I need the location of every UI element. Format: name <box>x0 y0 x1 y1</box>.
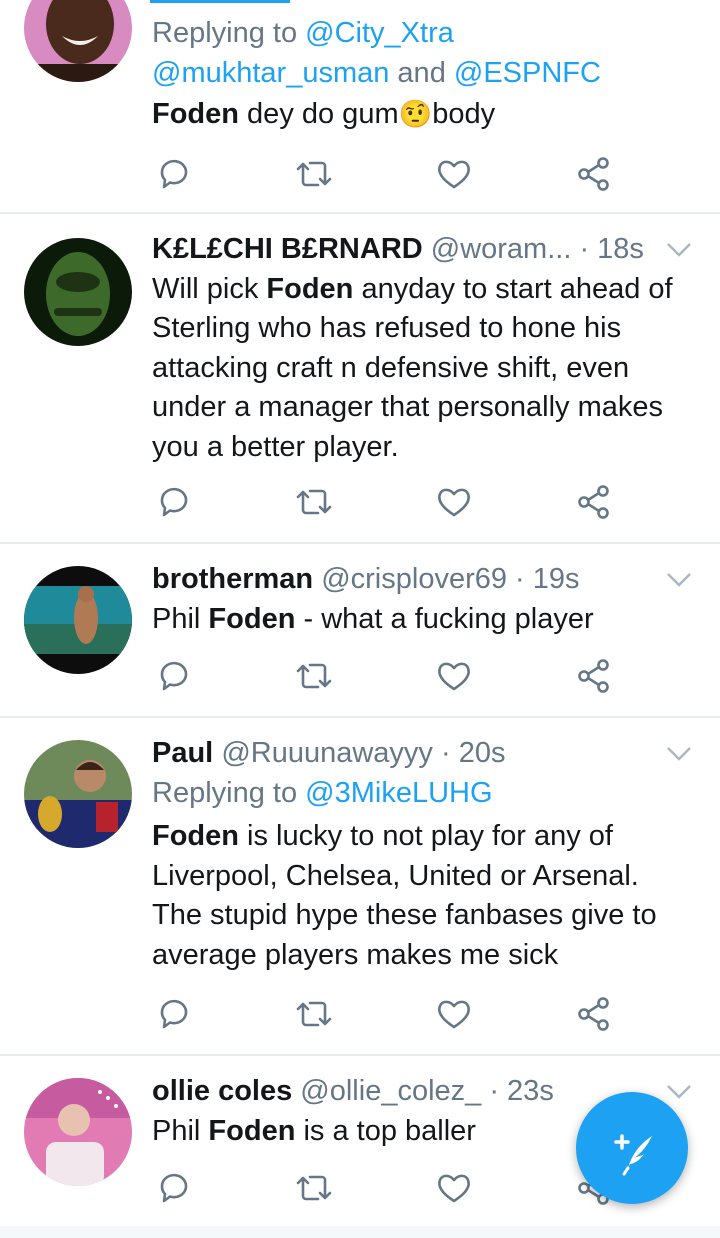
reply-context: Replying to @3MikeLUHG <box>152 774 700 814</box>
tweet-text: Foden dey do gum🤨body <box>152 95 700 135</box>
avatar[interactable] <box>24 566 132 674</box>
highlight-term: Foden <box>152 98 239 130</box>
tweet-actions <box>152 656 622 696</box>
highlight-term: Foden <box>208 1114 296 1147</box>
retweet-icon[interactable] <box>294 482 334 522</box>
avatar[interactable] <box>24 740 132 848</box>
display-name[interactable]: brotherman <box>152 563 313 595</box>
user-handle[interactable]: @woram... <box>431 233 572 265</box>
chevron-down-icon[interactable] <box>666 746 692 762</box>
share-icon[interactable] <box>574 482 614 522</box>
avatar[interactable] <box>24 1078 132 1186</box>
text-line: attacking craft n defensive shift, even <box>152 351 630 384</box>
avatar[interactable] <box>24 238 132 346</box>
compose-tweet-button[interactable] <box>576 1092 688 1204</box>
chevron-down-icon[interactable] <box>666 242 692 258</box>
text-line: The stupid hype these fanbases give to <box>152 899 657 931</box>
tweet-text: Foden is lucky to not play for any of Li… <box>152 817 700 975</box>
reply-handle[interactable]: @ESPNFC <box>454 57 601 89</box>
timestamp: · 18s <box>579 233 644 265</box>
tweet-2[interactable]: K£L£CHI B£RNARD @woram... · 18s Will pic… <box>0 214 720 544</box>
text-line: average players makes me sick <box>152 938 559 971</box>
retweet-icon[interactable] <box>294 1168 334 1208</box>
reply-icon[interactable] <box>154 1168 194 1208</box>
reply-icon[interactable] <box>154 994 194 1034</box>
text-segment: Will pick <box>152 272 267 305</box>
text-line: Liverpool, Chelsea, United or Arsenal. <box>152 859 639 892</box>
text-line: Sterling who has refused to hone his <box>152 312 622 344</box>
display-name[interactable]: ollie coles <box>152 1075 292 1107</box>
highlight-term: Foden <box>152 820 239 852</box>
heart-icon[interactable] <box>434 482 474 522</box>
timestamp: · 20s <box>440 737 506 769</box>
highlight-term: Foden <box>208 602 296 635</box>
timestamp: · 23s <box>489 1075 554 1107</box>
display-name[interactable]: Paul <box>152 737 213 769</box>
tweet-header: K£L£CHI B£RNARD @woram... · 18s <box>152 230 700 270</box>
reply-label: Replying to <box>152 776 306 809</box>
reply-handle[interactable]: @3MikeLUHG <box>305 777 492 809</box>
text-segment: - what a fucking player <box>295 602 594 635</box>
tweet-actions <box>152 1168 622 1208</box>
heart-icon[interactable] <box>434 1168 474 1208</box>
user-handle[interactable]: @ollie_colez_ <box>300 1075 481 1107</box>
retweet-icon[interactable] <box>294 656 334 696</box>
text-segment: body <box>432 98 496 130</box>
tweet-3[interactable]: brotherman @crisplover69 · 19s Phil Fode… <box>0 544 720 718</box>
reply-icon[interactable] <box>154 482 194 522</box>
reply-context: Replying to @City_Xtra <box>152 14 700 54</box>
tweet-actions <box>152 482 622 522</box>
tweet-actions <box>152 154 622 194</box>
bottom-strip <box>0 1226 720 1238</box>
reply-label: Replying to <box>152 17 306 49</box>
text-segment: Phil <box>152 602 209 635</box>
emoji: 🤨 <box>398 99 433 129</box>
heart-icon[interactable] <box>434 994 474 1034</box>
text-segment: Phil <box>152 1114 209 1147</box>
tweet-4[interactable]: Paul @Ruuunawayyy · 20s Replying to @3Mi… <box>0 718 720 1056</box>
compose-tweet-icon <box>614 1134 652 1176</box>
text-segment: dey do gum <box>239 98 399 130</box>
heart-icon[interactable] <box>434 154 474 194</box>
reply-and-text: and <box>389 56 454 89</box>
user-handle[interactable]: @Ruuunawayyy <box>221 737 433 769</box>
timestamp: · 19s <box>515 563 580 595</box>
tweet-1[interactable]: Replying to @City_Xtra @mukhtar_usman an… <box>0 0 720 214</box>
tweet-header: Paul @Ruuunawayyy · 20s <box>152 734 700 774</box>
reply-handle[interactable]: @City_Xtra <box>305 17 454 49</box>
reply-handle[interactable]: @mukhtar_usman <box>152 57 389 89</box>
avatar[interactable] <box>24 0 132 82</box>
tweet-text: Will pick Foden anyday to start ahead of… <box>152 270 700 468</box>
user-handle[interactable]: @crisplover69 <box>321 563 507 595</box>
tweet-text: Phil Foden - what a fucking player <box>152 600 700 640</box>
text-line: under a manager that personally makes <box>152 391 664 423</box>
share-icon[interactable] <box>574 656 614 696</box>
reply-icon[interactable] <box>154 656 194 696</box>
text-segment: is lucky to not play for any of <box>239 820 613 852</box>
chevron-down-icon[interactable] <box>666 572 692 588</box>
text-segment: anyday to start ahead of <box>353 272 673 305</box>
text-line: you a better player. <box>152 430 399 463</box>
text-segment: is a top baller <box>295 1114 476 1147</box>
share-icon[interactable] <box>574 154 614 194</box>
display-name[interactable]: K£L£CHI B£RNARD <box>152 233 423 265</box>
reply-context-line-2: @mukhtar_usman and @ESPNFC <box>152 54 700 94</box>
reply-icon[interactable] <box>154 154 194 194</box>
tweet-actions <box>152 994 622 1034</box>
tweet-header: brotherman @crisplover69 · 19s <box>152 560 700 600</box>
highlight-term: Foden <box>266 272 354 305</box>
retweet-icon[interactable] <box>294 154 334 194</box>
retweet-icon[interactable] <box>294 994 334 1034</box>
heart-icon[interactable] <box>434 656 474 696</box>
share-icon[interactable] <box>574 994 614 1034</box>
